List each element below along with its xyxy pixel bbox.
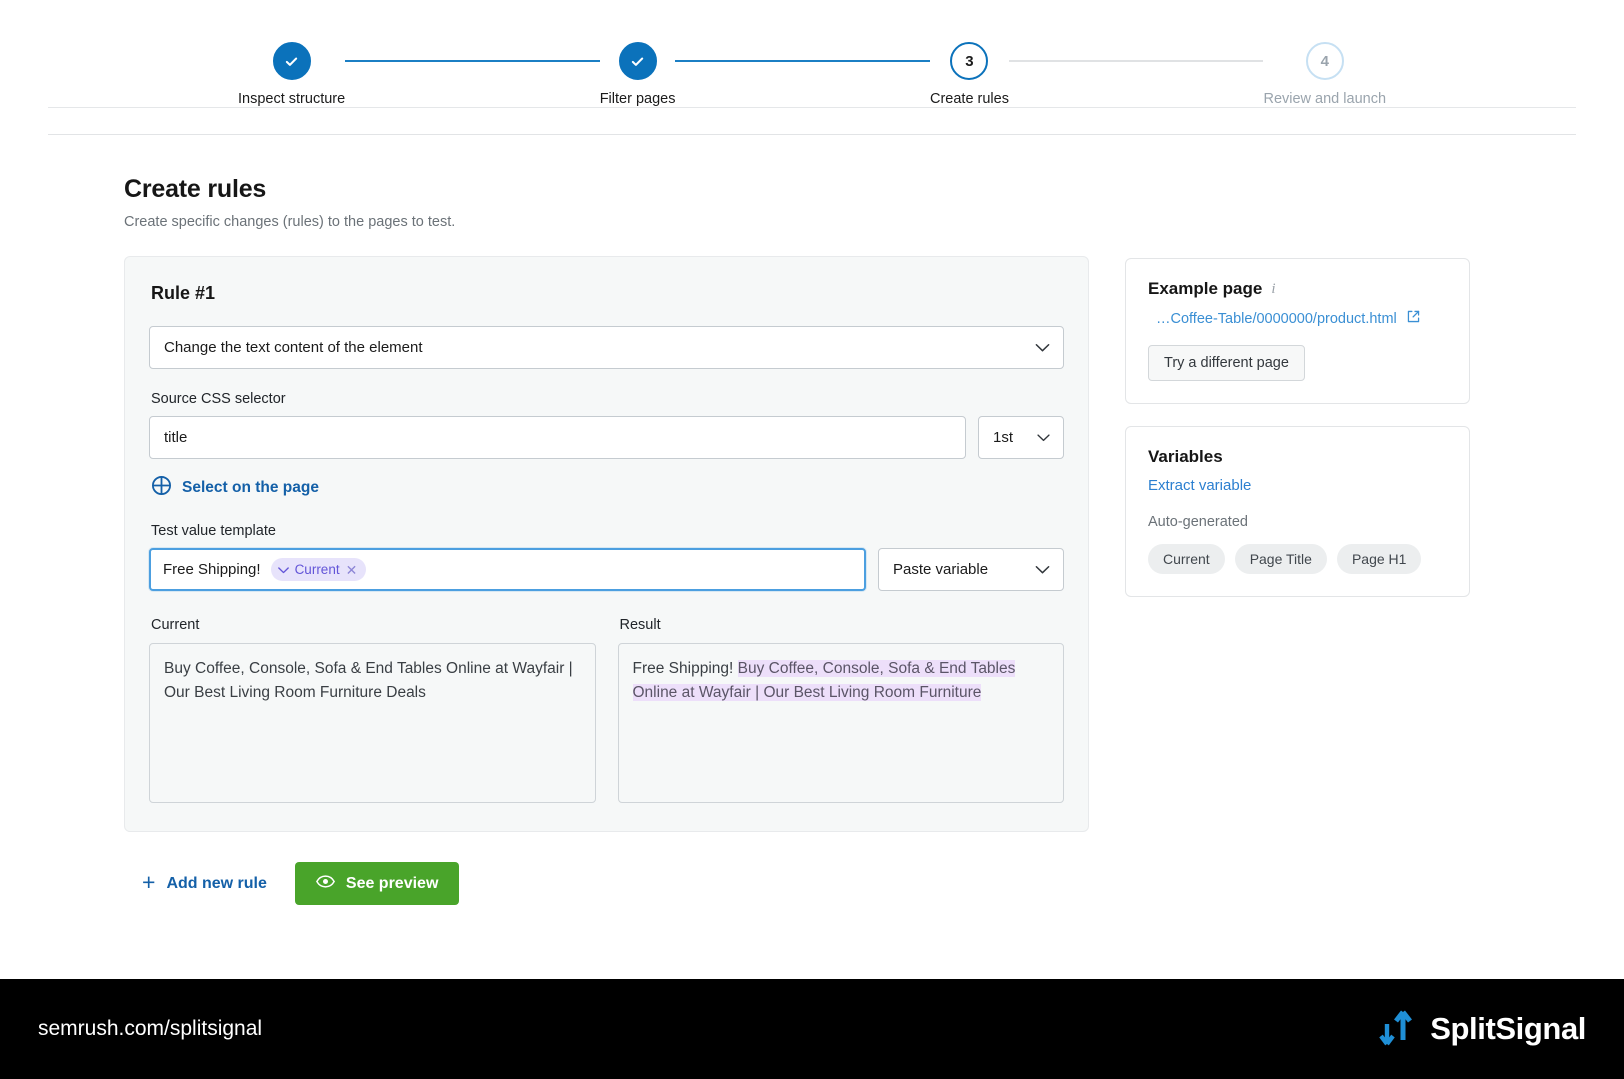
source-selector-label: Source CSS selector [151,391,1064,407]
external-link-icon[interactable] [1406,309,1421,329]
variable-chip-current[interactable]: Current [1148,544,1225,574]
step-label-2: Filter pages [600,91,676,107]
result-pane-value: Free Shipping! Buy Coffee, Console, Sofa… [618,643,1065,803]
check-icon [284,54,299,69]
test-value-template-label: Test value template [151,523,1064,539]
brand-name: SplitSignal [1430,1011,1586,1047]
stepper-connector-1 [345,60,600,62]
select-on-the-page-label: Select on the page [182,479,319,497]
step-marker-2 [619,42,657,80]
info-icon[interactable]: i [1271,281,1275,298]
test-value-template-row: Free Shipping! Current ✕ Paste variable [149,548,1064,591]
variable-chip-page-title[interactable]: Page Title [1235,544,1327,574]
stepper-connector-2 [675,60,930,62]
chevron-down-icon [1035,343,1050,352]
auto-generated-label: Auto-generated [1148,514,1447,530]
rule-card: Rule #1 Change the text content of the e… [124,256,1089,832]
variable-chip-label: Current [295,562,340,577]
close-icon[interactable]: ✕ [346,563,358,577]
source-selector-row: 1st [149,416,1064,459]
main-content: Rule #1 Change the text content of the e… [0,230,1624,905]
footer-url: semrush.com/splitsignal [38,1017,262,1041]
footer-bar: semrush.com/splitsignal SplitSignal [0,979,1624,1079]
step-inspect-structure[interactable]: Inspect structure [238,42,345,107]
variable-chip-current[interactable]: Current ✕ [271,558,367,581]
page-header: Create rules Create specific changes (ru… [0,135,1624,230]
result-pane-label: Result [620,617,1065,633]
sidebar-column: Example page i …Coffee-Table/0000000/pro… [1125,256,1470,619]
result-prefix-text: Free Shipping! [633,660,738,677]
select-on-the-page-button[interactable]: Select on the page [151,475,319,501]
test-value-template-text: Free Shipping! [163,561,261,578]
extract-variable-link[interactable]: Extract variable [1148,477,1251,494]
page-title: Create rules [124,175,1624,204]
see-preview-button[interactable]: See preview [295,862,460,905]
paste-variable-select[interactable]: Paste variable [878,548,1064,591]
rule-title: Rule #1 [151,283,1064,304]
check-icon [630,54,645,69]
example-page-card: Example page i …Coffee-Table/0000000/pro… [1125,258,1470,404]
step-label-1: Inspect structure [238,91,345,107]
chevron-down-icon [1037,434,1050,442]
chevron-down-icon [278,562,289,577]
wizard-stepper: Inspect structure Filter pages 3 Create … [48,0,1576,108]
brand-logo: SplitSignal [1378,1008,1586,1051]
crosshair-target-icon [151,475,172,501]
example-page-title: Example page [1148,279,1262,299]
rule-action-select-value: Change the text content of the element [164,339,423,356]
eye-icon [316,875,335,893]
step-label-4: Review and launch [1263,91,1386,107]
variable-chip-page-h1[interactable]: Page H1 [1337,544,1421,574]
auto-generated-chips: Current Page Title Page H1 [1148,544,1447,574]
paste-variable-select-value: Paste variable [893,561,988,578]
add-new-rule-button[interactable]: + Add new rule [142,872,267,895]
variables-card: Variables Extract variable Auto-generate… [1125,426,1470,597]
page-subtitle: Create specific changes (rules) to the p… [124,214,1624,230]
rules-column: Rule #1 Change the text content of the e… [124,256,1089,905]
example-page-link-row: …Coffee-Table/0000000/product.html [1156,309,1447,329]
preview-panes: Current Buy Coffee, Console, Sofa & End … [149,617,1064,803]
step-create-rules[interactable]: 3 Create rules [930,42,1009,107]
example-page-url[interactable]: …Coffee-Table/0000000/product.html [1156,311,1397,327]
occurrence-select-value: 1st [993,429,1013,446]
rule-actions: + Add new rule See preview [124,832,1089,905]
plus-icon: + [142,871,155,894]
variables-title: Variables [1148,447,1447,467]
rule-action-select[interactable]: Change the text content of the element [149,326,1064,369]
example-page-title-row: Example page i [1148,279,1447,299]
stepper-connector-3 [1009,60,1264,62]
chevron-down-icon [1035,565,1050,574]
step-marker-3: 3 [950,42,988,80]
current-pane-value: Buy Coffee, Console, Sofa & End Tables O… [149,643,596,803]
current-pane: Current Buy Coffee, Console, Sofa & End … [149,617,596,803]
add-new-rule-label: Add new rule [166,875,266,893]
occurrence-select[interactable]: 1st [978,416,1064,459]
step-review-and-launch[interactable]: 4 Review and launch [1263,42,1386,107]
stepper-row: Inspect structure Filter pages 3 Create … [48,30,1576,107]
step-marker-4: 4 [1306,42,1344,80]
splitsignal-arrows-icon [1378,1008,1418,1051]
result-pane: Result Free Shipping! Buy Coffee, Consol… [618,617,1065,803]
step-filter-pages[interactable]: Filter pages [600,42,676,107]
source-css-selector-input[interactable] [149,416,966,459]
step-label-3: Create rules [930,91,1009,107]
step-marker-1 [273,42,311,80]
try-a-different-page-button[interactable]: Try a different page [1148,345,1305,381]
see-preview-label: See preview [346,875,439,893]
test-value-template-input[interactable]: Free Shipping! Current ✕ [149,548,866,591]
current-pane-label: Current [151,617,596,633]
